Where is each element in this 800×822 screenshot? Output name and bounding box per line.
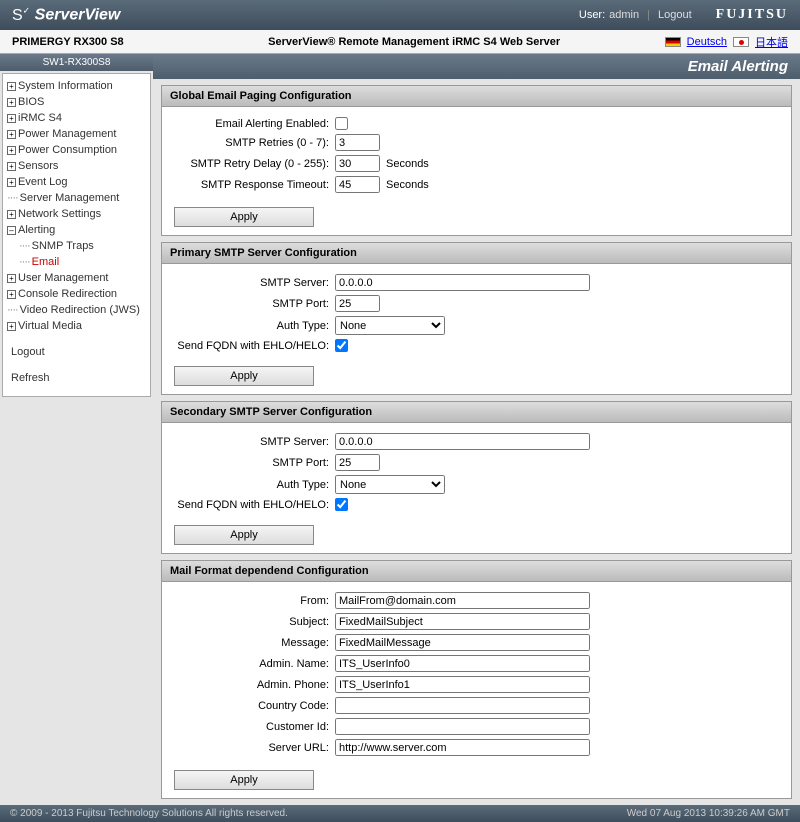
- input-server-url[interactable]: [335, 739, 590, 756]
- input-message[interactable]: [335, 634, 590, 651]
- nav-tree: +System Information +BIOS +iRMC S4 +Powe…: [2, 73, 151, 397]
- input-customer[interactable]: [335, 718, 590, 735]
- checkbox-email-enabled[interactable]: [335, 117, 348, 130]
- label-admin-phone: Admin. Phone:: [174, 679, 329, 691]
- input-secondary-port[interactable]: [335, 454, 380, 471]
- nav-system-information[interactable]: +System Information: [5, 78, 148, 94]
- footer-copyright: © 2009 - 2013 Fujitsu Technology Solutio…: [10, 808, 288, 819]
- lang-de-link[interactable]: Deutsch: [687, 36, 727, 48]
- label-message: Message:: [174, 637, 329, 649]
- input-country[interactable]: [335, 697, 590, 714]
- label-admin-name: Admin. Name:: [174, 658, 329, 670]
- input-admin-name[interactable]: [335, 655, 590, 672]
- unit-seconds: Seconds: [386, 158, 429, 170]
- label-primary-server: SMTP Server:: [174, 277, 329, 289]
- nav-email[interactable]: ····Email: [5, 254, 148, 270]
- input-admin-phone[interactable]: [335, 676, 590, 693]
- label-email-enabled: Email Alerting Enabled:: [174, 118, 329, 130]
- input-primary-port[interactable]: [335, 295, 380, 312]
- footer-timestamp: Wed 07 Aug 2013 10:39:26 AM GMT: [627, 808, 790, 819]
- label-subject: Subject:: [174, 616, 329, 628]
- nav-sensors[interactable]: +Sensors: [5, 158, 148, 174]
- label-secondary-server: SMTP Server:: [174, 436, 329, 448]
- lang-jp-link[interactable]: 日本語: [755, 34, 788, 50]
- input-secondary-server[interactable]: [335, 433, 590, 450]
- nav-server-management[interactable]: ····Server Management: [5, 190, 148, 206]
- panel-primary-heading: Primary SMTP Server Configuration: [162, 243, 791, 264]
- nav-logout[interactable]: Logout: [11, 346, 45, 358]
- input-subject[interactable]: [335, 613, 590, 630]
- nav-refresh[interactable]: Refresh: [11, 372, 50, 384]
- label-secondary-fqdn: Send FQDN with EHLO/HELO:: [174, 499, 329, 511]
- label-response-timeout: SMTP Response Timeout:: [174, 179, 329, 191]
- panel-secondary-heading: Secondary SMTP Server Configuration: [162, 402, 791, 423]
- panel-global-heading: Global Email Paging Configuration: [162, 86, 791, 107]
- page-title: Email Alerting: [153, 54, 800, 79]
- user-link[interactable]: admin: [609, 9, 639, 21]
- nav-virtual-media[interactable]: +Virtual Media: [5, 318, 148, 334]
- breadcrumb: SW1-RX300S8: [0, 54, 153, 71]
- panel-mailformat-heading: Mail Format dependend Configuration: [162, 561, 791, 582]
- device-name: PRIMERGY RX300 S8: [12, 36, 124, 48]
- label-primary-fqdn: Send FQDN with EHLO/HELO:: [174, 340, 329, 352]
- fujitsu-logo: FUJITSU: [716, 7, 788, 23]
- nav-console-redirection[interactable]: +Console Redirection: [5, 286, 148, 302]
- label-secondary-port: SMTP Port:: [174, 457, 329, 469]
- product-title: ServerView® Remote Management iRMC S4 We…: [164, 36, 665, 48]
- label-primary-port: SMTP Port:: [174, 298, 329, 310]
- nav-video-redirection[interactable]: ····Video Redirection (JWS): [5, 302, 148, 318]
- input-from[interactable]: [335, 592, 590, 609]
- unit-seconds: Seconds: [386, 179, 429, 191]
- sub-header: PRIMERGY RX300 S8 ServerView® Remote Man…: [0, 30, 800, 54]
- logout-link[interactable]: Logout: [658, 9, 692, 21]
- panel-secondary: Secondary SMTP Server Configuration SMTP…: [161, 401, 792, 554]
- label-country: Country Code:: [174, 700, 329, 712]
- user-label: User:: [579, 9, 605, 21]
- nav-bios[interactable]: +BIOS: [5, 94, 148, 110]
- apply-button-secondary[interactable]: Apply: [174, 525, 314, 545]
- label-retry-delay: SMTP Retry Delay (0 - 255):: [174, 158, 329, 170]
- sidebar: SW1-RX300S8 +System Information +BIOS +i…: [0, 54, 153, 805]
- label-secondary-auth: Auth Type:: [174, 479, 329, 491]
- input-primary-server[interactable]: [335, 274, 590, 291]
- label-primary-auth: Auth Type:: [174, 320, 329, 332]
- input-response-timeout[interactable]: [335, 176, 380, 193]
- select-primary-auth[interactable]: None: [335, 316, 445, 335]
- apply-button-mailformat[interactable]: Apply: [174, 770, 314, 790]
- footer: © 2009 - 2013 Fujitsu Technology Solutio…: [0, 805, 800, 822]
- label-from: From:: [174, 595, 329, 607]
- checkbox-secondary-fqdn[interactable]: [335, 498, 348, 511]
- serverview-logo: S✓ ServerView: [12, 5, 120, 24]
- panel-global: Global Email Paging Configuration Email …: [161, 85, 792, 236]
- content: Email Alerting Global Email Paging Confi…: [153, 54, 800, 805]
- nav-network-settings[interactable]: +Network Settings: [5, 206, 148, 222]
- nav-power-consumption[interactable]: +Power Consumption: [5, 142, 148, 158]
- nav-irmc[interactable]: +iRMC S4: [5, 110, 148, 126]
- select-secondary-auth[interactable]: None: [335, 475, 445, 494]
- checkbox-primary-fqdn[interactable]: [335, 339, 348, 352]
- nav-user-management[interactable]: +User Management: [5, 270, 148, 286]
- flag-jp-icon: [733, 37, 749, 47]
- nav-snmp-traps[interactable]: ····SNMP Traps: [5, 238, 148, 254]
- top-header: S✓ ServerView User: admin | Logout FUJIT…: [0, 0, 800, 30]
- panel-primary: Primary SMTP Server Configuration SMTP S…: [161, 242, 792, 395]
- label-smtp-retries: SMTP Retries (0 - 7):: [174, 137, 329, 149]
- flag-de-icon: [665, 37, 681, 47]
- nav-event-log[interactable]: +Event Log: [5, 174, 148, 190]
- input-smtp-retries[interactable]: [335, 134, 380, 151]
- label-customer: Customer Id:: [174, 721, 329, 733]
- nav-alerting[interactable]: –Alerting: [5, 222, 148, 238]
- apply-button-primary[interactable]: Apply: [174, 366, 314, 386]
- apply-button-global[interactable]: Apply: [174, 207, 314, 227]
- label-server-url: Server URL:: [174, 742, 329, 754]
- input-retry-delay[interactable]: [335, 155, 380, 172]
- panel-mailformat: Mail Format dependend Configuration From…: [161, 560, 792, 799]
- nav-power-management[interactable]: +Power Management: [5, 126, 148, 142]
